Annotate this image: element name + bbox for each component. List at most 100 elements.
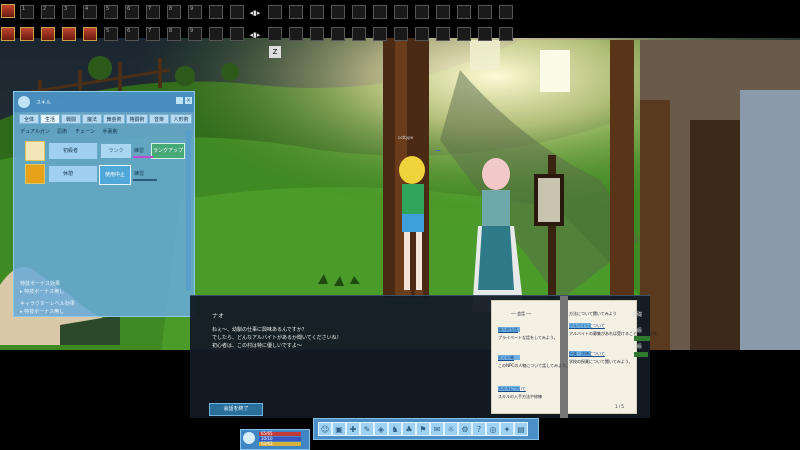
hotbar-slot[interactable]: 4 [83, 5, 97, 19]
hotbar-slot[interactable] [268, 5, 282, 19]
community-icon[interactable]: ☼ [444, 422, 458, 436]
skill-window-title: スキル [36, 100, 52, 106]
hotbar-slot[interactable] [230, 5, 244, 19]
hotbar-slot[interactable] [352, 27, 366, 41]
topic-class-link[interactable]: 授業・訓練について [569, 351, 605, 357]
party-icon[interactable]: ♣ [402, 422, 416, 436]
skill-icon[interactable]: ✚ [346, 422, 360, 436]
character-icon[interactable]: ☺ [318, 422, 332, 436]
hotbar-slot[interactable] [436, 27, 450, 41]
options-icon[interactable]: ⚙ [458, 422, 472, 436]
hotbar-slot[interactable]: 9 [188, 5, 202, 19]
hotbar-slot[interactable] [394, 5, 408, 19]
topic-parttime-link[interactable]: アルバイトについて [569, 323, 605, 329]
hotbar-slot[interactable] [478, 5, 492, 19]
hotbar-slot[interactable] [352, 5, 366, 19]
hotbar-slot[interactable] [331, 5, 345, 19]
game-viewport[interactable]: cottype 1 2 3 4 5 6 7 8 9 5 6 7 8 9 ◂▮▸ … [0, 0, 800, 450]
hotbar-slot[interactable] [1, 27, 15, 41]
guild-icon[interactable]: ⚑ [416, 422, 430, 436]
inventory-icon[interactable]: ▣ [332, 422, 346, 436]
hotbar-slot[interactable]: 5 [104, 5, 118, 19]
hotbar-slot[interactable]: 8 [167, 5, 181, 19]
skill-window-scrollbar[interactable] [186, 130, 191, 290]
tab-magic[interactable]: 魔法 [82, 114, 102, 124]
hotbar-slot[interactable] [394, 27, 408, 41]
hotbar-slot[interactable] [209, 5, 223, 19]
tab-life[interactable]: 生活 [40, 114, 60, 124]
hotbar-slot[interactable] [310, 5, 324, 19]
hotbar-slot[interactable] [436, 5, 450, 19]
hotbar-slot[interactable] [373, 5, 387, 19]
hotbar-slot[interactable] [373, 27, 387, 41]
subtab-dualgun[interactable]: デュアルガン [20, 128, 50, 137]
topic-rumor-link[interactable]: 近くの噂 [498, 355, 514, 361]
hotbar-slot[interactable]: 1 [20, 5, 34, 19]
hotbar-slot[interactable] [499, 5, 513, 19]
tab-all[interactable]: 全体 [19, 114, 39, 124]
hotbar-slot[interactable] [310, 27, 324, 41]
topic-desc: 学校の授業について聞いてみよう。 [569, 359, 633, 364]
player-character[interactable] [399, 156, 425, 298]
hotbar-slot[interactable]: 3 [62, 5, 76, 19]
hotbar-slot[interactable] [415, 5, 429, 19]
hotbar-slot[interactable]: 7 [146, 5, 160, 19]
skill-row[interactable]: 初級者 ランク 練習 ランクアップ [25, 141, 185, 161]
hotbar-slot[interactable] [1, 4, 15, 18]
hotbar-slot[interactable] [20, 27, 34, 41]
help-icon[interactable]: ? [472, 422, 486, 436]
tab-puppet[interactable]: 人形術 [170, 114, 192, 124]
hotbar-slot[interactable]: 9 [188, 27, 202, 41]
hotbar-slot[interactable] [62, 27, 76, 41]
hotbar-swap-button[interactable]: ◂▮▸ [245, 7, 265, 19]
side-label-intermediate: 中級 [632, 328, 643, 334]
tab-combat[interactable]: 戦闘 [61, 114, 81, 124]
hotbar-slot[interactable] [478, 27, 492, 41]
subtab-ninjutsu[interactable]: 忍術 [54, 128, 70, 137]
end-conversation-button[interactable]: 会話を終了 [209, 403, 263, 416]
skill-window[interactable]: スキル × 全体 生活 戦闘 魔法 錬金術 格闘術 音楽 人形術 デュアルガン … [13, 91, 195, 317]
hotbar-slot[interactable]: 2 [41, 5, 55, 19]
footer-label-1: 特技ボーナス効果 [20, 281, 61, 287]
hotbar-slot[interactable]: 6 [125, 5, 139, 19]
close-button[interactable]: × [185, 97, 192, 104]
camera-icon[interactable]: ◎ [486, 422, 500, 436]
hotbar-slot[interactable]: 8 [167, 27, 181, 41]
hotbar-slot[interactable] [499, 27, 513, 41]
pet-icon[interactable]: ♞ [388, 422, 402, 436]
hotbar-swap-button[interactable]: ◂▮▸ [245, 29, 265, 41]
minimize-button[interactable] [176, 97, 183, 104]
tab-alchemy[interactable]: 錬金術 [103, 114, 125, 124]
avatar[interactable] [243, 432, 255, 444]
hotbar-slot[interactable]: 5 [104, 27, 118, 41]
book-icon[interactable]: ▤ [514, 422, 528, 436]
hotbar-slot[interactable] [230, 27, 244, 41]
skill-row[interactable]: 休憩 使用中止 練習 [25, 164, 175, 185]
map-icon[interactable]: ◈ [374, 422, 388, 436]
hotbar-slot[interactable] [268, 27, 282, 41]
npc-character[interactable] [472, 158, 524, 312]
hotbar-slot[interactable] [415, 27, 429, 41]
tab-music[interactable]: 音楽 [149, 114, 169, 124]
hotbar-slot[interactable] [209, 27, 223, 41]
stop-using-button[interactable]: 使用中止 [99, 165, 131, 185]
mail-icon[interactable]: ✦ [500, 422, 514, 436]
hotbar-slot[interactable] [289, 5, 303, 19]
hotbar-slot[interactable] [41, 27, 55, 41]
hotbar-slot[interactable] [457, 27, 471, 41]
hotbar-slot[interactable]: 7 [146, 27, 160, 41]
topic-skill-link[interactable]: スキルについて [498, 386, 526, 392]
subtab-shuriken[interactable]: 手裏剣 [100, 128, 120, 137]
conversation-book[interactable]: ── 会話 ── 個人的な話 プライベートな話をしてみよう。 近くの噂 このNP… [487, 296, 661, 418]
hotbar-slot[interactable] [289, 27, 303, 41]
tab-martial[interactable]: 格闘術 [126, 114, 148, 124]
hotbar-slot[interactable]: 6 [125, 27, 139, 41]
hotbar-slot[interactable] [331, 27, 345, 41]
hotbar-slot[interactable] [83, 27, 97, 41]
subtab-chain[interactable]: チェーン [74, 128, 96, 137]
topic-personal-link[interactable]: 個人的な話 [498, 327, 518, 333]
quest-icon[interactable]: ✎ [360, 422, 374, 436]
rank-up-button[interactable]: ランクアップ [151, 143, 185, 159]
chat-icon[interactable]: ✉ [430, 422, 444, 436]
hotbar-slot[interactable] [457, 5, 471, 19]
